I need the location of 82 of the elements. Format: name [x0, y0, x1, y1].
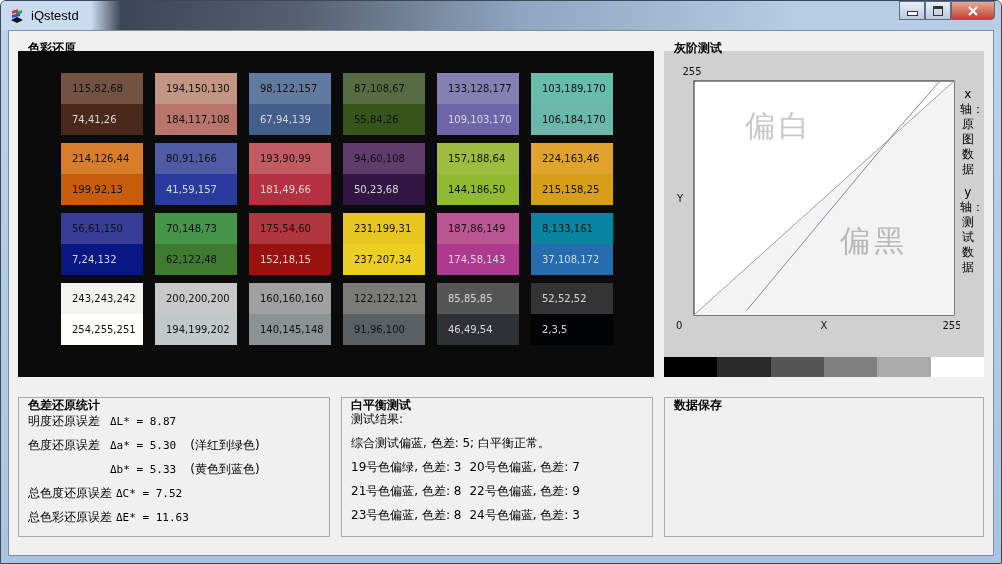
- stat-note: (黄色到蓝色): [190, 461, 260, 478]
- origin-label: 0: [676, 320, 683, 331]
- rgb-value: 109,103,170: [448, 114, 512, 125]
- rgb-value: 37,108,172: [542, 254, 600, 265]
- rgb-value: 160,160,160: [260, 293, 324, 304]
- rgb-value: 2,3,5: [542, 324, 568, 335]
- stat-note: (洋红到绿色): [190, 437, 260, 454]
- rgb-value: 194,150,130: [166, 83, 230, 94]
- rgb-value: 80,91,166: [166, 153, 217, 164]
- rgb-value: 52,52,52: [542, 293, 587, 304]
- rgb-value: 87,108,67: [354, 83, 405, 94]
- rgb-value: 214,126,44: [72, 153, 130, 164]
- rgb-value: 7,24,132: [72, 254, 117, 265]
- maximize-button[interactable]: [925, 1, 951, 20]
- group-title: 数据保存: [674, 398, 722, 412]
- stat-label: 总色度还原误差: [28, 485, 112, 502]
- y-tick-label: 255: [682, 66, 702, 77]
- group-title: 白平衡测试: [351, 398, 411, 412]
- result-text: 22号色偏蓝, 色差: 9: [469, 484, 580, 500]
- stat-value: ΔE* = 11.63: [116, 510, 189, 526]
- result-text: 21号色偏蓝, 色差: 8: [351, 484, 462, 500]
- app-icon: [9, 7, 25, 24]
- rgb-value: 62,122,48: [166, 254, 217, 265]
- y-axis-label: Y: [676, 193, 684, 204]
- rgb-value: 157,188,64: [448, 153, 506, 164]
- rgb-value: 224,163,46: [542, 153, 600, 164]
- rgb-value: 174,58,143: [448, 254, 506, 265]
- rgb-value: 194,199,202: [166, 324, 230, 335]
- rgb-value: 243,243,242: [72, 293, 136, 304]
- stat-value: Δa* = 5.30: [110, 438, 177, 454]
- stat-value: Δb* = 5.33: [110, 462, 177, 478]
- rgb-value: 215,158,25: [542, 184, 600, 195]
- rgb-value: 50,23,68: [354, 184, 399, 195]
- rgb-value: 187,86,149: [448, 223, 506, 234]
- rgb-value: 85,85,85: [448, 293, 493, 304]
- annotation-label: 偏黑: [840, 223, 908, 258]
- rgb-value: 184,117,108: [166, 114, 230, 125]
- stat-label: 总色彩还原误差: [28, 509, 112, 526]
- rgb-value: 144,186,50: [448, 184, 506, 195]
- rgb-value: 56,61,150: [72, 223, 123, 234]
- rgb-value: 175,54,60: [260, 223, 311, 234]
- rgb-value: 91,96,100: [354, 324, 405, 335]
- rgb-value: 133,128,177: [448, 83, 512, 94]
- result-summary: 综合测试偏蓝, 色差: 5; 白平衡正常。: [351, 436, 551, 452]
- rgb-value: 152,18,15: [260, 254, 311, 265]
- rgb-value: 200,200,200: [166, 293, 230, 304]
- stat-label: 明度还原误差: [28, 413, 101, 430]
- rgb-value: 199,92,13: [72, 184, 123, 195]
- group-title: 色差还原统计: [28, 398, 100, 412]
- result-text: 24号色偏蓝, 色差: 3: [469, 508, 580, 524]
- rgb-value: 254,255,251: [72, 324, 136, 335]
- rgb-value: 193,90,99: [260, 153, 311, 164]
- rgb-value: 74,41,26: [72, 114, 117, 125]
- rgb-value: 8,133,161: [542, 223, 593, 234]
- x-tick-label: 255: [942, 320, 960, 331]
- rgb-value: 46,49,54: [448, 324, 493, 335]
- rgb-value: 98,122,157: [260, 83, 318, 94]
- result-text: 20号色偏蓝, 色差: 7: [469, 460, 580, 476]
- rgb-value: 103,189,170: [542, 83, 606, 94]
- rgb-value: 231,199,31: [354, 223, 412, 234]
- rgb-value: 115,82,68: [72, 83, 123, 94]
- rgb-value: 106,184,170: [542, 114, 606, 125]
- rgb-value: 181,49,66: [260, 184, 311, 195]
- close-button[interactable]: [951, 1, 995, 20]
- result-heading: 测试结果:: [351, 412, 405, 428]
- stat-value: ΔC* = 7.52: [116, 486, 183, 502]
- stat-value: ΔL* = 8.87: [110, 414, 177, 430]
- result-text: 19号色偏绿, 色差: 3: [351, 460, 462, 476]
- rgb-value: 122,122,121: [354, 293, 418, 304]
- rgb-value: 94,60,108: [354, 153, 405, 164]
- stat-label: 色度还原误差: [28, 437, 101, 454]
- result-text: 23号色偏蓝, 色差: 8: [351, 508, 462, 524]
- rgb-value: 67,94,139: [260, 114, 311, 125]
- minimize-button[interactable]: [899, 1, 925, 20]
- rgb-value: 41,59,157: [166, 184, 217, 195]
- rgb-value: 237,207,34: [354, 254, 412, 265]
- window-title: iQstestd: [31, 8, 79, 23]
- rgb-value: 55,84,26: [354, 114, 399, 125]
- rgb-value: 70,148,73: [166, 223, 217, 234]
- x-axis-label: X: [820, 320, 828, 331]
- rgb-value: 140,145,148: [260, 324, 324, 335]
- close-icon: [968, 5, 978, 16]
